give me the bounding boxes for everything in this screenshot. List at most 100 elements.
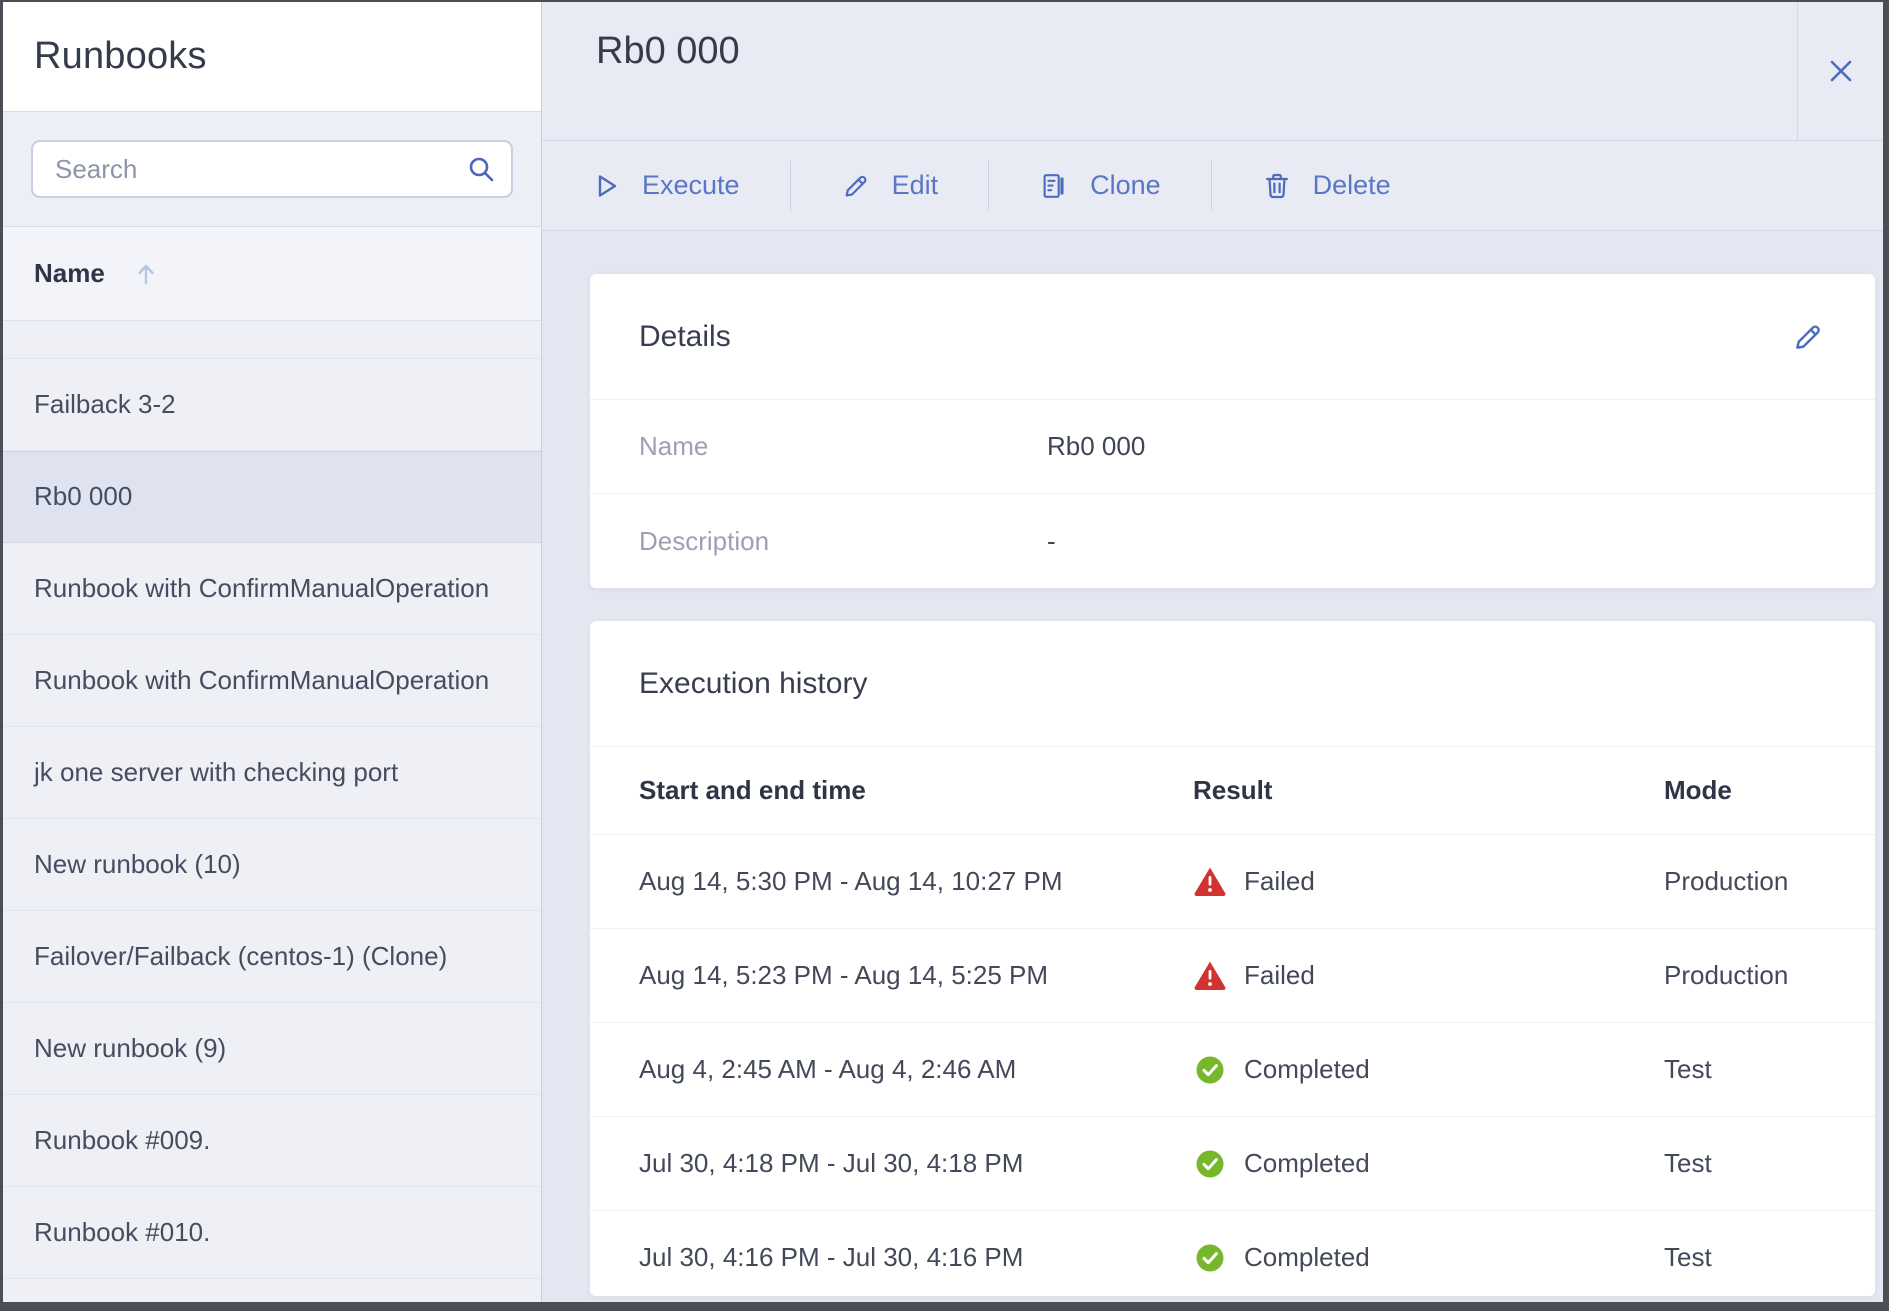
result-label: Failed (1244, 866, 1315, 897)
table-row[interactable]: Aug 14, 5:30 PM - Aug 14, 10:27 PM (590, 834, 1875, 928)
play-icon (591, 171, 621, 201)
field-value: - (1047, 526, 1056, 557)
column-header-time: Start and end time (639, 775, 1193, 806)
list-item[interactable]: Runbook #009. (3, 1095, 541, 1187)
details-card-title: Details (639, 320, 731, 354)
execution-history-card: Execution history Start and end time Res… (589, 620, 1876, 1297)
trash-icon (1262, 171, 1292, 201)
cell-mode: Test (1664, 1242, 1875, 1273)
list-item-partial[interactable] (3, 1279, 541, 1302)
cell-result: Completed (1193, 1147, 1664, 1181)
table-row[interactable]: Aug 14, 5:23 PM - Aug 14, 5:25 PM (590, 928, 1875, 1022)
field-label: Description (639, 526, 1047, 557)
list-item-label: Runbook #010. (34, 1217, 210, 1248)
list-item-label: Runbook with ConfirmManualOperation (34, 573, 489, 604)
detail-field-description: Description - (590, 494, 1875, 588)
cell-result: Failed (1193, 959, 1664, 993)
completed-check-icon (1193, 1147, 1227, 1181)
list-item-label: Failback 3-2 (34, 389, 176, 420)
page-title: Runbooks (34, 35, 207, 78)
runbook-detail-panel: Rb0 000 (541, 2, 1883, 1302)
list-sort-header[interactable]: Name (3, 227, 541, 321)
clone-button[interactable]: Clone (1039, 170, 1161, 201)
list-item[interactable]: jk one server with checking port (3, 727, 541, 819)
list-item[interactable]: New runbook (10) (3, 819, 541, 911)
field-label: Name (639, 431, 1047, 462)
list-item[interactable]: Runbook with ConfirmManualOperation (3, 635, 541, 727)
edit-label: Edit (892, 170, 939, 201)
pencil-icon (841, 171, 871, 201)
search-input[interactable] (55, 154, 459, 185)
list-item-label: jk one server with checking port (34, 757, 398, 788)
toolbar-divider (1211, 161, 1212, 211)
runbook-list-items: Failback 3-2 Rb0 000 Runbook with Confir… (3, 359, 541, 1279)
history-card-header: Execution history (590, 621, 1875, 747)
clone-label: Clone (1090, 170, 1161, 201)
cell-mode: Production (1664, 960, 1875, 991)
table-row[interactable]: Jul 30, 4:18 PM - Jul 30, 4:18 PM (590, 1116, 1875, 1210)
cell-mode: Test (1664, 1054, 1875, 1085)
detail-toolbar: Execute Edit (542, 141, 1883, 231)
list-item-label: Rb0 000 (34, 481, 132, 512)
list-item-label: Runbook with ConfirmManualOperation (34, 665, 489, 696)
completed-check-icon (1193, 1053, 1227, 1087)
list-item[interactable]: Failback 3-2 (3, 359, 541, 451)
table-row[interactable]: Jul 30, 4:16 PM - Jul 30, 4:16 PM (590, 1210, 1875, 1297)
close-button[interactable] (1797, 2, 1883, 140)
toolbar-divider (790, 161, 791, 211)
close-icon (1823, 53, 1859, 89)
list-item[interactable]: Rb0 000 (3, 451, 541, 543)
column-header-mode: Mode (1664, 775, 1875, 806)
app-window: Runbooks Name (0, 0, 1889, 1311)
list-item-label: New runbook (10) (34, 849, 241, 880)
cell-start-end-time: Aug 14, 5:30 PM - Aug 14, 10:27 PM (639, 866, 1193, 897)
history-card-title: Execution history (639, 667, 867, 701)
edit-button[interactable]: Edit (841, 170, 939, 201)
cell-start-end-time: Jul 30, 4:16 PM - Jul 30, 4:16 PM (639, 1242, 1193, 1273)
detail-field-name: Name Rb0 000 (590, 400, 1875, 494)
toolbar-divider (988, 161, 989, 211)
failed-warning-icon (1193, 959, 1227, 993)
runbook-list: Failback 3-2 Rb0 000 Runbook with Confir… (3, 321, 541, 1302)
field-value: Rb0 000 (1047, 431, 1145, 462)
sort-column-label[interactable]: Name (34, 258, 105, 289)
runbooks-sidebar: Runbooks Name (3, 2, 541, 1302)
delete-button[interactable]: Delete (1262, 170, 1391, 201)
list-item-label: Failover/Failback (centos-1) (Clone) (34, 941, 447, 972)
list-item[interactable]: New runbook (9) (3, 1003, 541, 1095)
column-header-result: Result (1193, 775, 1664, 806)
list-item[interactable]: Failover/Failback (centos-1) (Clone) (3, 911, 541, 1003)
cell-start-end-time: Aug 14, 5:23 PM - Aug 14, 5:25 PM (639, 960, 1193, 991)
result-label: Completed (1244, 1054, 1370, 1085)
execute-button[interactable]: Execute (591, 170, 740, 201)
list-item[interactable]: Runbook #010. (3, 1187, 541, 1279)
detail-header: Rb0 000 (542, 2, 1883, 141)
cell-result: Failed (1193, 865, 1664, 899)
cell-start-end-time: Jul 30, 4:18 PM - Jul 30, 4:18 PM (639, 1148, 1193, 1179)
detail-title: Rb0 000 (596, 30, 740, 73)
search-icon[interactable] (465, 153, 497, 185)
details-card: Details Name Rb0 000 Descripti (589, 273, 1876, 589)
list-item-label: Runbook #009. (34, 1125, 210, 1156)
list-item-partial[interactable] (3, 321, 541, 359)
result-label: Completed (1244, 1148, 1370, 1179)
edit-details-pencil-icon[interactable] (1791, 320, 1825, 354)
failed-warning-icon (1193, 865, 1227, 899)
details-card-header: Details (590, 274, 1875, 400)
sort-ascending-icon[interactable] (133, 261, 159, 287)
list-item[interactable]: Runbook with ConfirmManualOperation (3, 543, 541, 635)
completed-check-icon (1193, 1241, 1227, 1275)
cell-mode: Production (1664, 866, 1875, 897)
history-table-body: Aug 14, 5:30 PM - Aug 14, 10:27 PM (590, 834, 1875, 1297)
result-label: Completed (1244, 1242, 1370, 1273)
sidebar-header: Runbooks (3, 2, 541, 112)
cell-mode: Test (1664, 1148, 1875, 1179)
result-label: Failed (1244, 960, 1315, 991)
cell-start-end-time: Aug 4, 2:45 AM - Aug 4, 2:46 AM (639, 1054, 1193, 1085)
execute-label: Execute (642, 170, 740, 201)
table-row[interactable]: Aug 4, 2:45 AM - Aug 4, 2:46 AM (590, 1022, 1875, 1116)
history-table-header: Start and end time Result Mode (590, 747, 1875, 834)
clone-icon (1039, 171, 1069, 201)
detail-content: Details Name Rb0 000 Descripti (542, 231, 1883, 1302)
search-box[interactable] (31, 140, 513, 198)
